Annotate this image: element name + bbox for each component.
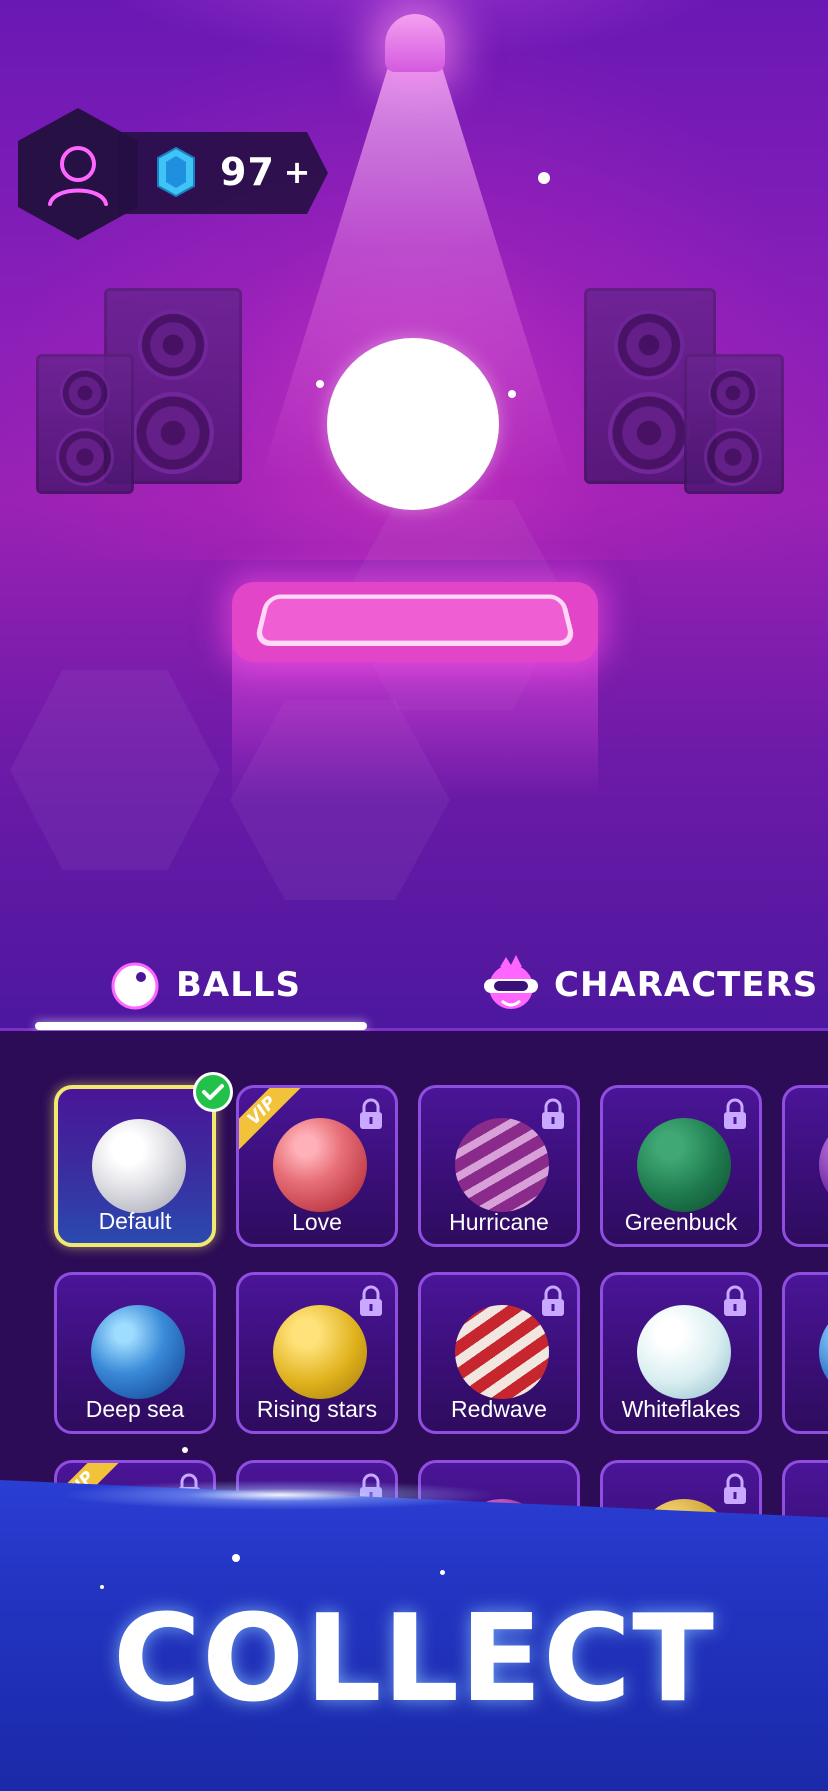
ball-preview xyxy=(273,1118,367,1212)
lock-icon xyxy=(724,1285,746,1316)
lock-icon xyxy=(360,1098,382,1129)
lock-icon xyxy=(360,1285,382,1316)
ball-preview xyxy=(637,1305,731,1399)
sparkle xyxy=(232,1554,240,1562)
ball-name: Whiteflakes xyxy=(621,1396,741,1422)
ball-preview xyxy=(455,1118,549,1212)
ball-name: Rising stars xyxy=(256,1396,378,1422)
ball-card-greenbuck[interactable]: Greenbuck xyxy=(600,1085,762,1247)
tab-characters[interactable]: CHARACTERS xyxy=(478,945,817,1025)
sparkle xyxy=(100,1585,104,1589)
gem-icon xyxy=(157,146,195,198)
ball-preview xyxy=(92,1119,186,1213)
lock-icon xyxy=(542,1285,564,1316)
player-ball xyxy=(327,338,499,510)
character-icon xyxy=(484,955,538,1009)
lock-icon xyxy=(724,1473,746,1504)
add-gems-button[interactable]: + xyxy=(282,152,312,192)
sparkle xyxy=(440,1570,445,1575)
active-tab-indicator xyxy=(35,1022,367,1030)
ball-card-redwave[interactable]: Redwave xyxy=(418,1272,580,1434)
tab-balls[interactable]: BALLS xyxy=(110,945,310,1025)
ball-card-partial[interactable] xyxy=(782,1272,828,1434)
ball-name: Redwave xyxy=(451,1396,547,1422)
ball-card-hurricane[interactable]: Hurricane xyxy=(418,1085,580,1247)
ball-name: Love xyxy=(292,1209,342,1235)
speaker-left-front xyxy=(36,354,134,494)
ball-preview xyxy=(455,1305,549,1399)
ball-name: Greenbuck xyxy=(624,1209,738,1235)
ball-preview xyxy=(91,1305,185,1399)
lock-icon xyxy=(724,1098,746,1129)
ball-name: Default xyxy=(98,1208,172,1234)
ball-preview xyxy=(819,1118,828,1212)
ball-preview xyxy=(819,1305,828,1399)
ball-card-rising-stars[interactable]: Rising stars xyxy=(236,1272,398,1434)
tab-balls-label: BALLS xyxy=(176,965,302,1005)
tab-bar: BALLS CHARACTERS xyxy=(0,945,828,1025)
platform-tile xyxy=(232,582,598,662)
ball-preview xyxy=(637,1118,731,1212)
spotlight-icon xyxy=(385,14,445,72)
sparkle xyxy=(538,172,550,184)
background-hexagon xyxy=(10,670,220,870)
sparkle xyxy=(316,380,324,388)
ball-card-love[interactable]: VIP Love xyxy=(236,1085,398,1247)
ball-icon xyxy=(111,962,159,1010)
ball-preview xyxy=(273,1305,367,1399)
banner-flare xyxy=(60,1480,500,1510)
ball-name: Deep sea xyxy=(85,1396,185,1422)
sparkle xyxy=(182,1447,188,1453)
tab-characters-label: CHARACTERS xyxy=(554,965,819,1005)
selected-check-icon xyxy=(193,1072,233,1112)
banner-title: COLLECT xyxy=(113,1590,715,1729)
game-screen: 97 + BALLS CHARACTERS Default VIP Love H… xyxy=(0,0,828,1791)
ball-card-whiteflakes[interactable]: Whiteflakes xyxy=(600,1272,762,1434)
ball-card-deep-sea[interactable]: Deep sea xyxy=(54,1272,216,1434)
ball-name: Hurricane xyxy=(449,1209,549,1235)
sparkle xyxy=(508,390,516,398)
ball-card-partial[interactable] xyxy=(782,1085,828,1247)
lock-icon xyxy=(542,1098,564,1129)
speaker-right-front xyxy=(684,354,784,494)
gem-count: 97 xyxy=(220,150,275,194)
ball-card-default[interactable]: Default xyxy=(54,1085,216,1247)
